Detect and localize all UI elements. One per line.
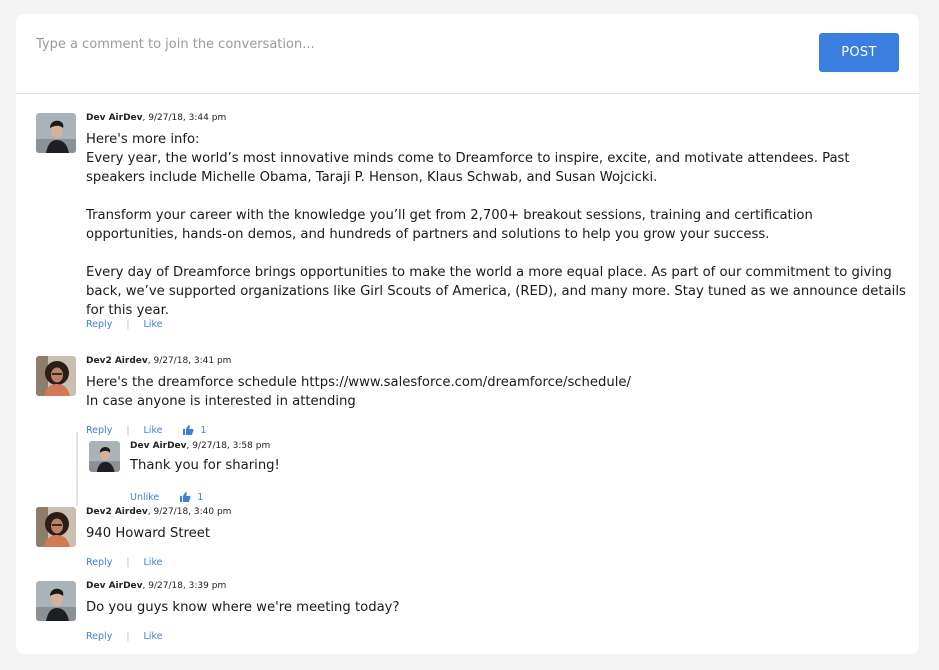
comment-input[interactable]	[36, 33, 806, 55]
reply-thread-line	[76, 432, 78, 506]
comment-body: Here's the dreamforce schedule https://w…	[86, 373, 906, 411]
like-count-value: 1	[197, 491, 204, 503]
comment-text: Transform your career with the knowledge…	[86, 208, 813, 242]
comment-timestamp: , 9/27/18, 3:44 pm	[142, 113, 227, 123]
comment-actions: Reply | Like	[86, 557, 162, 568]
like-link[interactable]: Like	[144, 557, 163, 568]
divider: |	[126, 424, 130, 436]
divider: |	[126, 319, 130, 330]
comment-timestamp: , 9/27/18, 3:39 pm	[142, 581, 227, 591]
comment-actions: Reply | Like 1	[86, 424, 207, 436]
avatar[interactable]	[89, 441, 120, 472]
comment-text: Here's more info:	[86, 132, 200, 147]
reply-timestamp: , 9/27/18, 3:58 pm	[186, 441, 271, 451]
comment-meta: Dev AirDev, 9/27/18, 3:39 pm	[86, 581, 226, 591]
comment-text: 940 Howard Street	[86, 526, 211, 541]
like-count[interactable]: 1	[179, 491, 203, 503]
comment-author[interactable]: Dev AirDev	[86, 581, 143, 591]
like-count-value: 1	[200, 424, 207, 436]
divider: |	[126, 631, 130, 642]
comment-timestamp: , 9/27/18, 3:40 pm	[147, 507, 232, 517]
comments-card: POST Dev AirDev, 9/27/18, 3:44 pm Here's…	[16, 14, 919, 654]
like-link[interactable]: Like	[144, 319, 163, 330]
reply-link[interactable]: Reply	[86, 631, 112, 642]
comment-text: Do you guys know where we're meeting tod…	[86, 600, 400, 615]
comment-body: Here's more info: Every year, the world’…	[86, 130, 906, 320]
comment-text: Every year, the world’s most innovative …	[86, 151, 850, 185]
comment-text: Every day of Dreamforce brings opportuni…	[86, 265, 906, 318]
comment-author[interactable]: Dev AirDev	[86, 113, 143, 123]
comment-composer: POST	[16, 14, 919, 94]
post-button[interactable]: POST	[819, 33, 899, 72]
reply-author[interactable]: Dev AirDev	[130, 441, 187, 451]
avatar[interactable]	[36, 507, 76, 547]
reply-link[interactable]: Reply	[86, 425, 112, 436]
thumbs-up-icon	[179, 491, 191, 503]
comment-body: 940 Howard Street	[86, 524, 906, 543]
unlike-link[interactable]: Unlike	[130, 492, 159, 503]
reply-actions: Unlike 1	[130, 491, 203, 503]
comment-actions: Reply | Like	[86, 319, 162, 330]
reply-text: Thank you for sharing!	[130, 458, 280, 473]
reply-link[interactable]: Reply	[86, 319, 112, 330]
divider: |	[126, 557, 130, 568]
comment-meta: Dev2 Airdev, 9/27/18, 3:40 pm	[86, 507, 231, 517]
reply-link[interactable]: Reply	[86, 557, 112, 568]
thumbs-up-icon	[182, 424, 194, 436]
comment-meta: Dev2 Airdev, 9/27/18, 3:41 pm	[86, 356, 231, 366]
reply-body: Thank you for sharing!	[130, 456, 830, 475]
avatar[interactable]	[36, 113, 76, 153]
comment-author[interactable]: Dev2 Airdev	[86, 356, 148, 366]
comment-body: Do you guys know where we're meeting tod…	[86, 598, 906, 617]
comment-timestamp: , 9/27/18, 3:41 pm	[147, 356, 232, 366]
reply-meta: Dev AirDev, 9/27/18, 3:58 pm	[130, 441, 270, 451]
avatar[interactable]	[36, 356, 76, 396]
avatar[interactable]	[36, 581, 76, 621]
comment-author[interactable]: Dev2 Airdev	[86, 507, 148, 517]
like-link[interactable]: Like	[144, 425, 163, 436]
comment-meta: Dev AirDev, 9/27/18, 3:44 pm	[86, 113, 226, 123]
comment-actions: Reply | Like	[86, 631, 162, 642]
like-link[interactable]: Like	[144, 631, 163, 642]
like-count[interactable]: 1	[182, 424, 207, 436]
comment-text: In case anyone is interested in attendin…	[86, 394, 356, 409]
comment-text: Here's the dreamforce schedule https://w…	[86, 375, 631, 390]
